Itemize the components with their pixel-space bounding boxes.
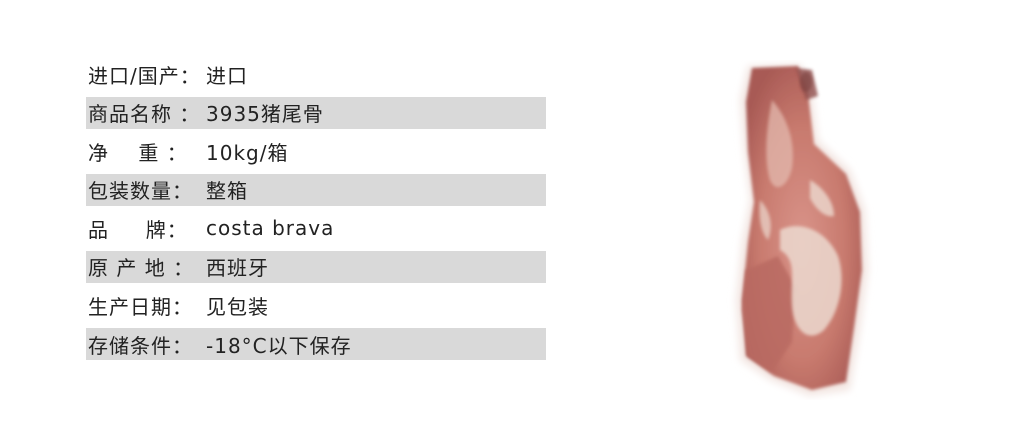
spec-row-production-date: 生产日期： 见包装 bbox=[86, 290, 546, 322]
spec-value: -18°C以下保存 bbox=[206, 333, 352, 358]
spec-row-storage: 存储条件： -18°C以下保存 bbox=[86, 328, 546, 361]
spec-label: 原 产 地 ： bbox=[88, 256, 195, 281]
spec-row-brand: 品 牌： costa brava bbox=[86, 212, 546, 244]
spec-value: 整箱 bbox=[206, 179, 248, 204]
spec-label: 商品名称 ： bbox=[88, 102, 201, 127]
spec-row-net-weight: 净 重 ： 10kg/箱 bbox=[86, 135, 546, 167]
spec-label: 生产日期： bbox=[88, 295, 193, 320]
spec-value: 进口 bbox=[206, 63, 248, 88]
product-spec-page: 进口/国产： 进口 商品名称 ： 3935猪尾骨 净 重 ： 10kg/箱 包装… bbox=[0, 0, 1024, 433]
spec-value: 西班牙 bbox=[206, 256, 269, 281]
spec-value: costa brava bbox=[206, 216, 335, 241]
spec-label: 进口/国产： bbox=[88, 63, 201, 88]
spec-row-package-quantity: 包装数量： 整箱 bbox=[86, 173, 546, 206]
spec-value: 见包装 bbox=[206, 295, 269, 320]
spec-table: 进口/国产： 进口 商品名称 ： 3935猪尾骨 净 重 ： 10kg/箱 包装… bbox=[86, 58, 546, 367]
spec-row-origin-type: 进口/国产： 进口 bbox=[86, 58, 546, 90]
spec-label: 包装数量： bbox=[88, 179, 193, 204]
spec-row-product-name: 商品名称 ： 3935猪尾骨 bbox=[86, 96, 546, 129]
spec-value: 10kg/箱 bbox=[206, 140, 289, 165]
product-photo bbox=[736, 64, 868, 396]
spec-row-origin: 原 产 地 ： 西班牙 bbox=[86, 250, 546, 283]
spec-label: 品 牌： bbox=[88, 217, 188, 242]
spec-value: 3935猪尾骨 bbox=[206, 102, 324, 127]
spec-label: 净 重 ： bbox=[88, 140, 188, 165]
spec-label: 存储条件： bbox=[88, 333, 193, 358]
